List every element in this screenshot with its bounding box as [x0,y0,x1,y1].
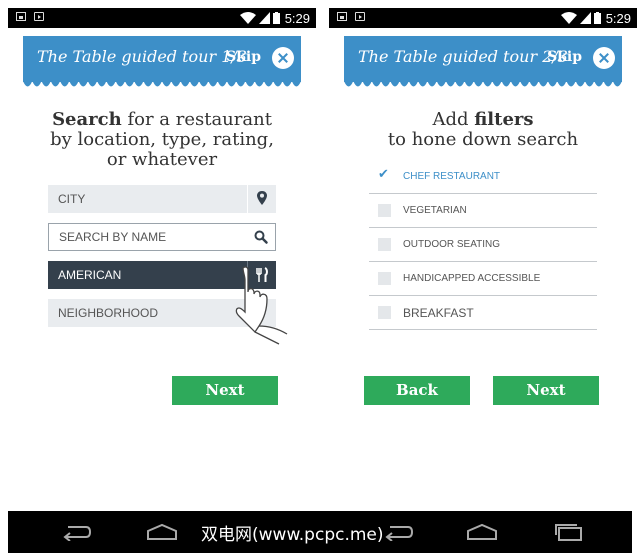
heading-line1: Add [432,109,475,130]
battery-icon [593,12,601,24]
status-bar: 5:29 [329,8,637,28]
navigation-bar: 双电网(www.pcpc.me) [8,511,632,553]
filter-item[interactable]: HANDICAPPED ACCESSIBLE [369,262,597,296]
next-button[interactable]: Next [172,376,278,405]
cuisine-label: AMERICAN [58,268,122,282]
heading-line3: or whatever [106,149,218,170]
checkmark-icon[interactable]: ✔ [378,166,389,182]
search-by-name-label: SEARCH BY NAME [59,230,167,244]
image-notification-icon [16,12,26,21]
filter-item[interactable]: OUTDOOR SEATING [369,228,597,262]
tour-title: The Table guided tour 1/3 [37,47,247,66]
heading-line2: by location, type, rating, [50,129,274,150]
status-time: 5:29 [284,10,310,26]
signal-icon [258,12,270,24]
recent-apps-icon[interactable] [554,523,584,541]
back-button[interactable]: Back [364,376,470,405]
battery-icon [272,12,280,24]
heading-line1: for a restaurant [121,109,272,130]
filters-heading: Add filters to hone down search [329,110,637,150]
skip-button[interactable]: Skip [226,49,261,65]
filter-label: CHEF RESTAURANT [403,171,501,182]
tour-banner: The Table guided tour 2/3 Skip [344,36,622,87]
tour-banner: The Table guided tour 1/3 Skip [23,36,301,87]
store-notification-icon [34,12,44,21]
search-icon[interactable] [247,223,275,251]
watermark-text: 双电网(www.pcpc.me) [201,525,384,545]
search-by-name-input[interactable]: SEARCH BY NAME [48,223,276,251]
status-time: 5:29 [605,10,631,26]
close-icon[interactable] [593,47,615,69]
city-label: CITY [58,192,86,206]
back-nav-icon[interactable] [382,523,414,541]
image-notification-icon [337,12,347,21]
home-nav-icon[interactable] [146,523,178,541]
filter-item[interactable]: ✔ CHEF RESTAURANT [369,160,597,194]
home-nav-icon[interactable] [466,523,498,541]
store-notification-icon [355,12,365,21]
filter-label: HANDICAPPED ACCESSIBLE [403,273,541,284]
checkbox[interactable] [378,272,391,285]
checkbox[interactable] [378,238,391,251]
status-bar: 5:29 [8,8,316,28]
close-icon[interactable] [272,47,294,69]
phone-screen-2: 5:29 The Table guided tour 2/3 Skip Add … [329,8,637,553]
search-heading: Search for a restaurant by location, typ… [8,110,316,170]
filter-list: ✔ CHEF RESTAURANT VEGETARIAN OUTDOOR SEA… [369,160,597,330]
back-nav-icon[interactable] [60,523,92,541]
tour-title: The Table guided tour 2/3 [358,47,568,66]
neighborhood-label: NEIGHBORHOOD [58,306,159,320]
skip-button[interactable]: Skip [547,49,582,65]
next-button[interactable]: Next [493,376,599,405]
checkbox[interactable] [378,306,391,319]
banner-scallop [23,81,301,87]
wifi-icon [560,12,577,24]
filter-label: BREAKFAST [403,306,474,320]
filter-label: VEGETARIAN [403,205,467,216]
banner-scallop [344,81,622,87]
heading-bold: Search [52,109,122,130]
heading-bold: filters [474,109,534,130]
city-field[interactable]: CITY [48,185,276,213]
heading-line2: to hone down search [387,129,579,150]
filter-item[interactable]: VEGETARIAN [369,194,597,228]
filter-item[interactable]: BREAKFAST [369,296,597,330]
pointing-hand-icon [235,266,288,345]
filter-label: OUTDOOR SEATING [403,239,501,250]
phone-screen-1: 5:29 The Table guided tour 1/3 Skip Sear… [8,8,316,553]
wifi-icon [239,12,256,24]
location-pin-icon[interactable] [247,185,276,213]
checkbox[interactable] [378,204,391,217]
signal-icon [579,12,591,24]
